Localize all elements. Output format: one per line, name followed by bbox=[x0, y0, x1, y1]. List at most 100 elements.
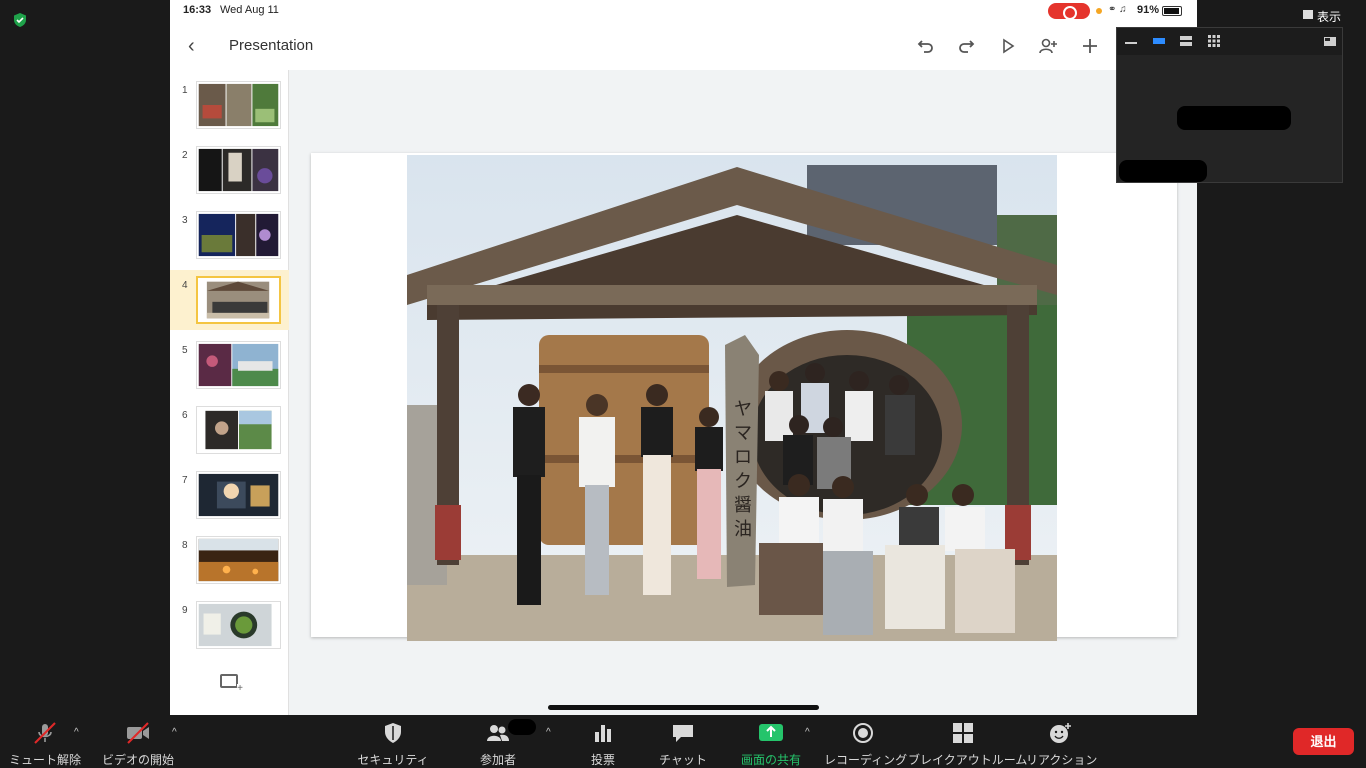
battery-percent: 91% bbox=[1137, 4, 1160, 16]
speaker-view-icon[interactable] bbox=[1152, 35, 1166, 47]
participants-options-caret-icon[interactable]: ^ bbox=[546, 727, 551, 738]
strip-view-icon[interactable] bbox=[1179, 35, 1193, 47]
meeting-toolbar: ミュート解除 ^ ビデオの開始 ^ セキュリティ 参加者 ^ 投票 チャット 画… bbox=[0, 715, 1366, 768]
view-grid-icon bbox=[1303, 10, 1313, 19]
slide-number: 9 bbox=[182, 605, 188, 616]
ipad-home-indicator bbox=[548, 705, 819, 710]
add-icon[interactable] bbox=[1079, 35, 1101, 57]
slide-thumbnail[interactable]: 9 bbox=[170, 595, 289, 655]
security-shield-icon bbox=[14, 13, 26, 27]
exit-float-icon[interactable] bbox=[1323, 35, 1337, 47]
chat-button[interactable]: チャット bbox=[652, 720, 714, 767]
slide-thumbnail-image bbox=[196, 601, 281, 649]
play-icon[interactable] bbox=[997, 35, 1019, 57]
breakout-rooms-label: ブレイクアウトルーム bbox=[908, 753, 1028, 767]
slide-thumbnail[interactable]: 8 bbox=[170, 530, 289, 590]
share-options-caret-icon[interactable]: ^ bbox=[805, 727, 810, 738]
undo-icon[interactable] bbox=[915, 35, 937, 57]
poll-button[interactable]: 投票 bbox=[572, 720, 634, 767]
poll-label: 投票 bbox=[590, 753, 615, 767]
mic-muted-icon bbox=[34, 722, 56, 744]
unmute-label: ミュート解除 bbox=[8, 753, 81, 767]
slide-thumbnail[interactable]: 6 bbox=[170, 400, 289, 460]
video-panel-controls bbox=[1117, 28, 1342, 55]
reaction-smiley-icon bbox=[1050, 723, 1071, 743]
slide-number: 1 bbox=[182, 85, 188, 96]
video-options-caret-icon[interactable]: ^ bbox=[172, 727, 177, 738]
mic-indicator-icon bbox=[1096, 8, 1102, 14]
slide-thumbnail-image bbox=[196, 536, 281, 584]
slide-thumbnail-image bbox=[196, 81, 281, 129]
link-headphones-icon: ⚭ ♫ bbox=[1108, 4, 1127, 15]
slide-thumbnail-image bbox=[196, 211, 281, 259]
presentation-title: Presentation bbox=[229, 37, 314, 54]
shared-screen[interactable]: 16:33 Wed Aug 11 ⚭ ♫ 91% ‹ Presentation … bbox=[170, 0, 1197, 715]
reactions-label: リアクション bbox=[1026, 753, 1098, 767]
start-video-button[interactable]: ビデオの開始 bbox=[100, 720, 176, 767]
zoom-window: 16:33 Wed Aug 11 ⚭ ♫ 91% ‹ Presentation … bbox=[0, 0, 1366, 768]
slide-number: 6 bbox=[182, 410, 188, 421]
ipad-status-bar: 16:33 Wed Aug 11 ⚭ ♫ 91% bbox=[170, 0, 1197, 22]
breakout-rooms-button[interactable]: ブレイクアウトルーム bbox=[908, 720, 1028, 767]
security-label: セキュリティ bbox=[357, 753, 429, 767]
screen-recording-icon bbox=[1048, 3, 1090, 20]
chat-label: チャット bbox=[659, 753, 707, 767]
poll-chart-icon bbox=[595, 725, 611, 742]
record-icon bbox=[853, 723, 873, 743]
slide-thumbnail-panel: 1 2 3 4 5 6 7 8 9 + bbox=[170, 70, 289, 715]
battery-icon bbox=[1162, 6, 1182, 16]
svg-text:ヤ: ヤ bbox=[734, 399, 752, 420]
slide-number: 7 bbox=[182, 475, 188, 486]
minimize-icon[interactable] bbox=[1124, 35, 1138, 47]
breakout-rooms-icon bbox=[953, 723, 973, 743]
svg-text:油: 油 bbox=[734, 519, 752, 540]
floating-video-panel[interactable] bbox=[1116, 27, 1343, 183]
share-screen-button[interactable]: 画面の共有 bbox=[734, 720, 808, 767]
chat-bubble-icon bbox=[673, 725, 693, 742]
slide-thumbnail-image bbox=[196, 341, 281, 389]
svg-text:醤: 醤 bbox=[734, 495, 752, 516]
redacted-participant-name bbox=[1177, 106, 1291, 130]
slide-number: 4 bbox=[182, 280, 188, 291]
status-date: Wed Aug 11 bbox=[220, 4, 279, 16]
slide-number: 2 bbox=[182, 150, 188, 161]
unmute-button[interactable]: ミュート解除 bbox=[8, 720, 82, 767]
svg-text:マ: マ bbox=[734, 423, 752, 444]
current-slide[interactable]: ヤ マ ロ ク 醤 油 bbox=[311, 153, 1177, 641]
slide-thumbnail-active[interactable]: 4 bbox=[170, 270, 289, 330]
slide-thumbnail-image bbox=[196, 146, 281, 194]
share-screen-arrow-icon bbox=[759, 724, 783, 741]
add-slide-icon[interactable] bbox=[220, 674, 243, 694]
slide-canvas: ヤ マ ロ ク 醤 油 bbox=[289, 70, 1197, 715]
security-button[interactable]: セキュリティ bbox=[356, 720, 430, 767]
slide-thumbnail[interactable]: 5 bbox=[170, 335, 289, 395]
audio-options-caret-icon[interactable]: ^ bbox=[74, 727, 79, 738]
status-time: 16:33 bbox=[183, 4, 212, 16]
participants-label: 参加者 bbox=[479, 753, 516, 767]
redo-icon[interactable] bbox=[955, 35, 977, 57]
add-person-icon[interactable] bbox=[1037, 35, 1059, 57]
security-shield-outline-icon bbox=[385, 723, 401, 743]
slide-thumbnail-image bbox=[196, 406, 281, 454]
reactions-button[interactable]: リアクション bbox=[1026, 720, 1098, 767]
svg-text:ロ: ロ bbox=[734, 447, 752, 468]
gallery-view-icon[interactable] bbox=[1207, 35, 1221, 47]
slide-thumbnail[interactable]: 7 bbox=[170, 465, 289, 525]
svg-text:ク: ク bbox=[734, 471, 752, 492]
start-video-label: ビデオの開始 bbox=[101, 753, 174, 767]
back-chevron-icon[interactable]: ‹ bbox=[188, 36, 204, 56]
slide-thumbnail-image bbox=[196, 276, 281, 324]
leave-meeting-button[interactable]: 退出 bbox=[1293, 728, 1354, 755]
slide-thumbnail-image bbox=[196, 471, 281, 519]
slide-number: 8 bbox=[182, 540, 188, 551]
slide-thumbnail[interactable]: 1 bbox=[170, 75, 289, 135]
redacted-participant-label bbox=[1119, 160, 1207, 182]
slide-thumbnail[interactable]: 3 bbox=[170, 205, 289, 265]
slides-app-bar: ‹ Presentation bbox=[170, 22, 1197, 70]
slide-thumbnail[interactable]: 2 bbox=[170, 140, 289, 200]
video-off-icon bbox=[127, 722, 149, 744]
record-label: レコーディング bbox=[824, 753, 908, 767]
record-button[interactable]: レコーディング bbox=[824, 720, 908, 767]
slide-number: 3 bbox=[182, 215, 188, 226]
share-screen-label: 画面の共有 bbox=[740, 753, 801, 767]
